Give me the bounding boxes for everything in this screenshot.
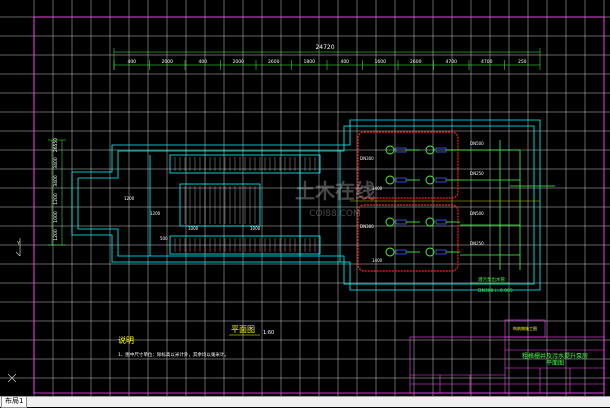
plan-scale: 1:60 [263,330,274,336]
dimension-value: 400 [340,59,349,65]
valve-icon [435,249,447,255]
svg-text:潜污泵出水管: 潜污泵出水管 [478,276,505,283]
dimension-value: 1600 [375,59,387,65]
stair-lines [174,157,316,252]
inner-label: 1400 [372,258,383,263]
cad-viewport[interactable]: 24720 400 2000 400 2000 2600 1800 400 1600 2600 4… [0,0,610,396]
drawing-canvas[interactable]: 24720 400 2000 400 2000 2600 1800 400 1600 2600 4… [0,0,610,396]
dimension-value: 400 [198,59,207,65]
dimension-value: 4700 [481,59,493,65]
inner-label: DN250 [470,171,484,176]
title-tag: 构筑物施工图 [513,325,537,331]
left-dimension-value: 1000 [53,211,59,223]
dimension-value: 2000 [162,59,174,65]
discharge-piping [460,140,555,270]
pump-icon [385,247,395,257]
pump-icon [385,175,395,185]
inner-label: DN500 [470,141,484,146]
valve-icon [435,219,447,225]
inner-label: DN500 [470,211,484,216]
svg-text:DN300 i=0.005: DN300 i=0.005 [478,288,513,294]
left-dimension-value: 1200 [53,229,59,241]
valve-icon [395,249,407,255]
layout-tab-bar: 布局1 [0,396,610,408]
inner-label: 1200 [124,196,135,201]
inner-label: 1000 [250,226,261,231]
overall-dimension: 24720 [315,44,334,51]
dimension-value: 4700 [446,59,458,65]
tab-layout1[interactable]: 布局1 [1,397,28,408]
left-dimension-value: 3400 [53,175,59,187]
valve-icon [435,177,447,183]
sheet-name: 平面图 [546,360,564,367]
valve-icon [395,177,407,183]
left-dimension-value: 26550 [53,138,59,152]
svg-text:COI88.COM: COI88.COM [309,209,360,219]
dimension-value: 1800 [304,59,316,65]
watermark: 土木在线 COI88.COM [295,179,375,219]
dimension-value: 2600 [410,59,422,65]
inner-label: 1000 [188,226,199,231]
left-dimension-line [48,139,66,246]
notes-line: 1、图中尺寸单位：除标高以米计外，其余均以毫米计。 [118,351,229,358]
plan-title: 平面图 [231,325,255,334]
dimension-value: 250 [518,59,527,65]
left-dimension-value: 3400 [53,157,59,169]
valve-icon [395,219,407,225]
ucs-icon [7,238,21,383]
pump-icon [385,217,395,227]
dimension-segments: 400 2000 400 2000 2600 1800 400 1600 2600 4700 470… [113,59,527,70]
inner-label: DN300 [360,224,374,229]
svg-text:土木在线: 土木在线 [295,179,375,203]
dimension-value: 400 [127,59,136,65]
inner-label: DN300 [360,156,374,161]
notes-title: 说明 [118,335,134,345]
dimension-value: 2000 [233,59,245,65]
inner-label: DN250 [470,241,484,246]
dimension-value: 2600 [268,59,280,65]
inner-label: 1200 [150,211,161,216]
outlet-label: 潜污泵出水管 DN300 i=0.005 [470,276,513,294]
inner-label: 500 [160,236,168,241]
left-dimensions: 26550 3400 3400 1200 1000 1200 [53,138,59,241]
left-dimension-value: 1200 [53,193,59,205]
project-name: 粗格栅井及污水提升泵房 [522,352,588,360]
